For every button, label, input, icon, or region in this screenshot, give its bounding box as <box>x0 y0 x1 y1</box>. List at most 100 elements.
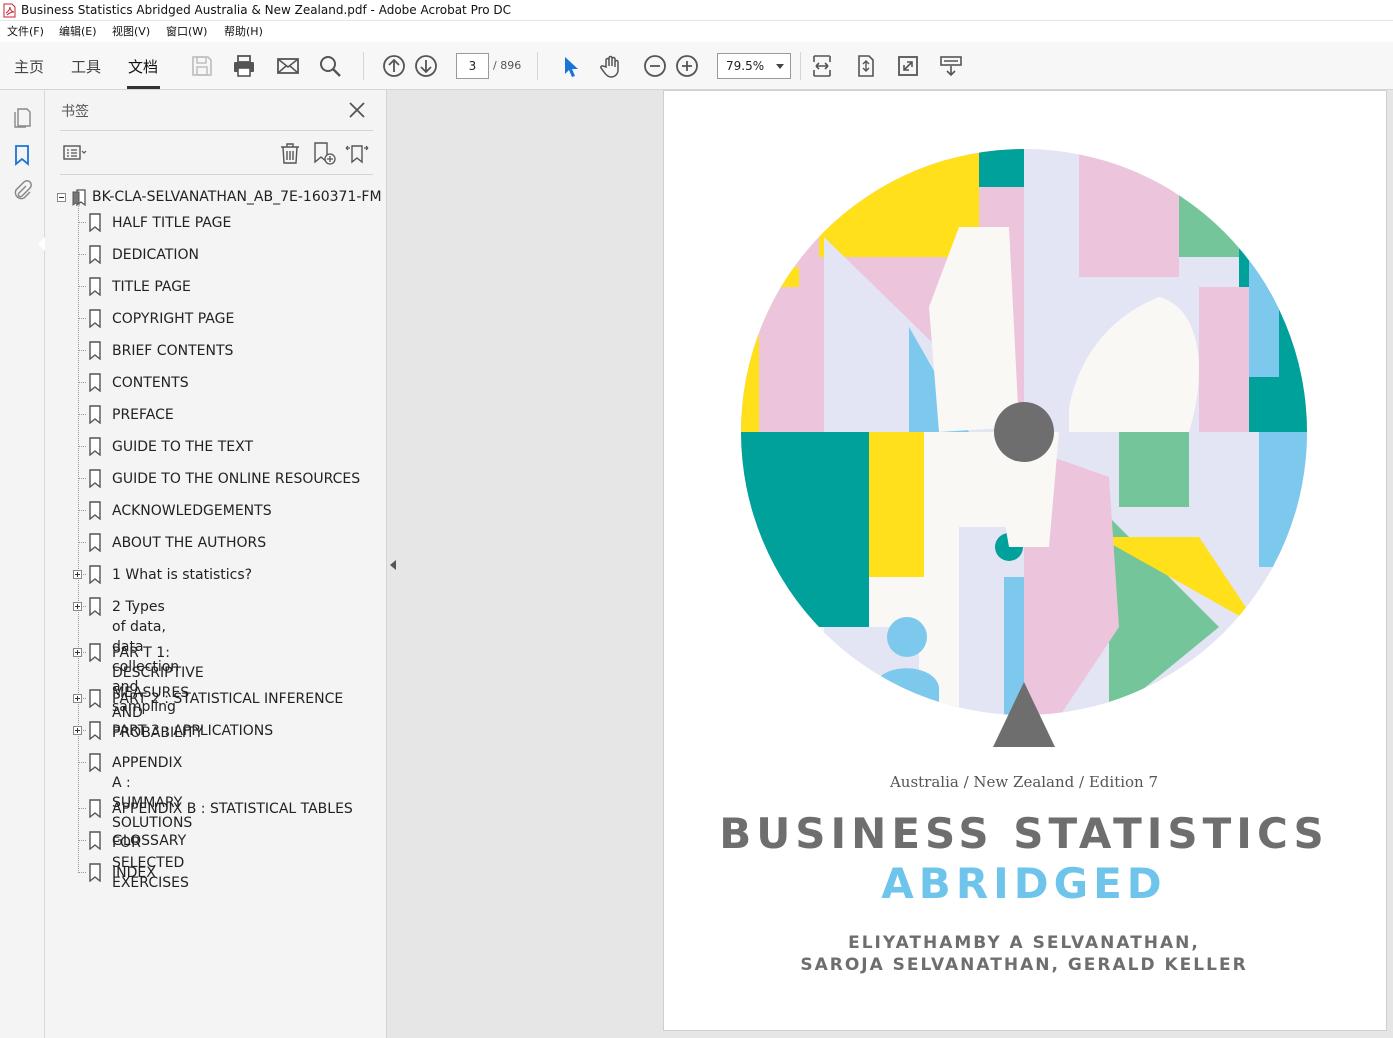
window-title: Business Statistics Abridged Australia &… <box>21 3 512 17</box>
cover-illustration <box>741 149 1307 747</box>
menu-edit[interactable]: 编辑(E) <box>59 21 97 42</box>
bookmark-label-line: APPENDIX A : SUMMARY SOLUTIONS <box>112 755 193 831</box>
read-mode-icon[interactable] <box>937 52 965 80</box>
prev-page-icon[interactable] <box>380 52 408 80</box>
bookmark-label: APPENDIX B : STATISTICAL TABLES <box>112 801 353 817</box>
collapse-panel-arrow-icon[interactable] <box>390 560 396 570</box>
cover-authors-line2: SAROJA SELVANATHAN, GERALD KELLER <box>800 955 1248 975</box>
cover-title: BUSINESS STATISTICS <box>719 809 1329 858</box>
bookmark-icon <box>89 863 101 882</box>
tree-connector <box>78 318 86 319</box>
print-icon[interactable] <box>230 52 258 80</box>
bookmark-label: COPYRIGHT PAGE <box>112 311 235 327</box>
toolbar-separator <box>800 52 801 80</box>
menu-window[interactable]: 窗口(W) <box>166 21 207 42</box>
bookmark-label: DEDICATION <box>112 247 199 263</box>
menu-view[interactable]: 视图(V) <box>112 21 150 42</box>
bookmark-label: CONTENTS <box>112 375 189 391</box>
toolbar-separator <box>363 52 364 80</box>
bookmark-label: PART 3 : APPLICATIONS <box>112 723 274 739</box>
bookmark-icon <box>89 689 101 708</box>
cover-authors-line1: ELIYATHAMBY A SELVANATHAN, <box>848 933 1200 953</box>
page-number-input[interactable]: 3 <box>456 53 489 79</box>
tree-connector <box>78 872 86 873</box>
email-icon[interactable] <box>274 52 302 80</box>
tab-document[interactable]: 文档 <box>128 56 158 77</box>
bookmark-label: INDEX <box>112 865 156 881</box>
fullscreen-icon[interactable] <box>894 52 922 80</box>
toolbar-separator <box>537 52 538 80</box>
chevron-down-icon <box>776 64 784 69</box>
zoom-in-icon[interactable] <box>673 52 701 80</box>
tree-connector <box>78 446 86 447</box>
tab-home[interactable]: 主页 <box>14 56 44 77</box>
collapse-toggle[interactable] <box>57 193 66 202</box>
tree-connector <box>78 414 86 415</box>
tree-connector <box>78 382 86 383</box>
bookmark-label: ACKNOWLEDGEMENTS <box>112 503 272 519</box>
tree-connector <box>78 254 86 255</box>
expand-bookmark-icon[interactable] <box>344 140 370 166</box>
expand-toggle[interactable] <box>73 694 82 703</box>
save-icon[interactable] <box>188 52 216 80</box>
bookmark-label: HALF TITLE PAGE <box>112 215 232 231</box>
zoom-out-icon[interactable] <box>641 52 669 80</box>
active-panel-pointer <box>38 237 45 251</box>
bookmark-icon <box>89 501 101 520</box>
document-gutter <box>387 90 663 1038</box>
expand-toggle[interactable] <box>73 602 82 611</box>
bookmark-root-label: BK-CLA-SELVANATHAN_AB_7E-160371-FM <box>92 189 382 205</box>
bookmark-icon <box>89 831 101 850</box>
bookmark-icon <box>89 643 101 662</box>
search-icon[interactable] <box>316 52 344 80</box>
bookmark-icon <box>89 533 101 552</box>
tab-tools[interactable]: 工具 <box>71 56 101 77</box>
bookmark-label: PART 2 : STATISTICAL INFERENCE <box>112 691 344 707</box>
bookmark-icon <box>89 565 101 584</box>
attachments-icon[interactable] <box>10 179 34 203</box>
fit-page-icon[interactable] <box>852 52 880 80</box>
cover-edition-line: Australia / New Zealand / Edition 7 <box>889 773 1159 791</box>
pdf-page: Australia / New Zealand / Edition 7 BUSI… <box>663 90 1387 1031</box>
fit-width-icon[interactable] <box>808 52 836 80</box>
hand-tool-icon[interactable] <box>598 52 626 80</box>
active-tab-indicator <box>127 86 160 89</box>
bookmark-options-icon[interactable] <box>61 140 87 166</box>
bookmark-label-line: PAR T 1: DESCRIPTIVE MEASURES AND <box>112 645 204 721</box>
menu-bar: 文件(F) 编辑(E) 视图(V) 窗口(W) 帮助(H) <box>0 21 1393 42</box>
panel-title: 书签 <box>61 104 89 120</box>
bookmark-icon <box>89 341 101 360</box>
bookmark-label: TITLE PAGE <box>112 279 191 295</box>
bookmarks-icon[interactable] <box>10 143 34 167</box>
bookmark-icon <box>89 721 101 740</box>
bookmark-icon <box>89 213 101 232</box>
bookmark-icon <box>89 373 101 392</box>
expand-toggle[interactable] <box>73 570 82 579</box>
page-thumbnails-icon[interactable] <box>10 106 34 130</box>
cover-subtitle: ABRIDGED <box>881 859 1167 908</box>
bookmarks-panel: 书签 BK-CLA-SELVANATHAN_AB_7E-160371-FM HA… <box>45 90 387 1038</box>
select-cursor-icon[interactable] <box>556 52 584 80</box>
bookmark-label: GUIDE TO THE ONLINE RESOURCES <box>112 471 361 487</box>
bookmark-icon <box>89 277 101 296</box>
tree-connector <box>78 510 86 511</box>
bookmark-icon <box>89 597 101 616</box>
tree-connector <box>78 204 79 871</box>
bookmark-icon <box>89 245 101 264</box>
next-page-icon[interactable] <box>412 52 440 80</box>
tree-connector <box>78 542 86 543</box>
bookmark-label: GLOSSARY <box>112 833 187 849</box>
delete-bookmark-icon[interactable] <box>277 140 303 166</box>
zoom-level-select[interactable]: 79.5% <box>717 53 791 79</box>
multi-bookmark-icon <box>72 189 86 207</box>
close-icon[interactable] <box>347 100 367 120</box>
document-view[interactable]: Australia / New Zealand / Edition 7 BUSI… <box>663 90 1393 1038</box>
menu-help[interactable]: 帮助(H) <box>224 21 263 42</box>
menu-file[interactable]: 文件(F) <box>7 21 44 42</box>
bookmark-icon <box>89 437 101 456</box>
pdf-file-icon <box>3 3 16 18</box>
expand-toggle[interactable] <box>73 726 82 735</box>
new-bookmark-icon[interactable] <box>311 140 337 166</box>
tree-connector <box>78 222 86 223</box>
expand-toggle[interactable] <box>73 648 82 657</box>
